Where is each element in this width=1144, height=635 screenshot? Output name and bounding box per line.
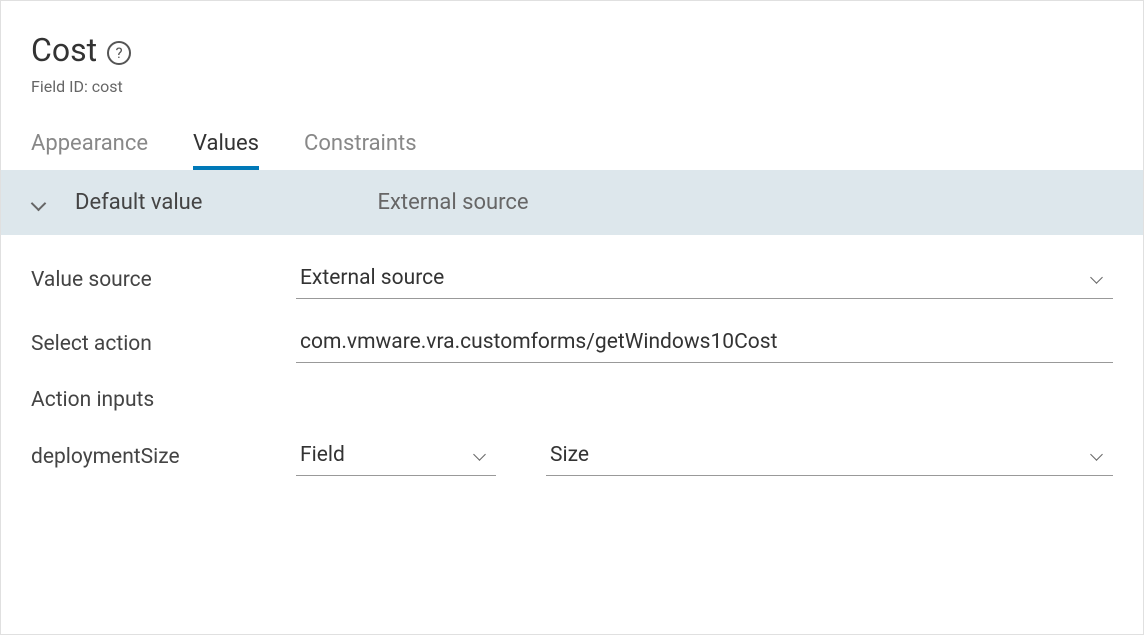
select-value-source[interactable]: External source — [296, 260, 1113, 299]
input-select-action[interactable] — [296, 324, 1113, 363]
section-value: External source — [377, 190, 528, 215]
form-area: Value source External source Select acti… — [1, 235, 1143, 526]
select-deployment-size-field-text: Size — [550, 443, 1091, 467]
row-deployment-size: deploymentSize Field Size — [31, 437, 1113, 476]
chevron-down-icon — [1091, 449, 1103, 461]
select-deployment-size-field[interactable]: Size — [546, 437, 1113, 476]
tab-values[interactable]: Values — [193, 131, 259, 170]
label-value-source: Value source — [31, 268, 296, 292]
title-row: Cost ? — [31, 31, 1113, 69]
deployment-size-controls: Field Size — [296, 437, 1113, 476]
row-action-inputs: Action inputs — [31, 388, 1113, 412]
chevron-down-icon — [1091, 272, 1103, 284]
tabs: Appearance Values Constraints — [1, 106, 1143, 170]
panel-title: Cost — [31, 31, 97, 69]
label-deployment-size: deploymentSize — [31, 445, 296, 469]
label-action-inputs: Action inputs — [31, 388, 296, 412]
chevron-down-icon — [474, 449, 486, 461]
section-header-default-value[interactable]: Default value External source — [1, 170, 1143, 235]
tab-appearance[interactable]: Appearance — [31, 131, 148, 170]
help-icon[interactable]: ? — [107, 41, 131, 65]
select-value-source-text: External source — [300, 266, 1091, 290]
row-select-action: Select action — [31, 324, 1113, 363]
label-select-action: Select action — [31, 332, 296, 356]
select-deployment-size-type[interactable]: Field — [296, 437, 496, 476]
chevron-down-icon — [31, 196, 45, 210]
section-label: Default value — [75, 190, 202, 215]
select-deployment-size-type-text: Field — [300, 443, 474, 467]
property-panel: Cost ? Field ID: cost Appearance Values … — [0, 0, 1144, 635]
row-value-source: Value source External source — [31, 260, 1113, 299]
tab-constraints[interactable]: Constraints — [304, 131, 417, 170]
panel-header: Cost ? Field ID: cost — [1, 1, 1143, 106]
field-id-label: Field ID: cost — [31, 77, 1113, 96]
